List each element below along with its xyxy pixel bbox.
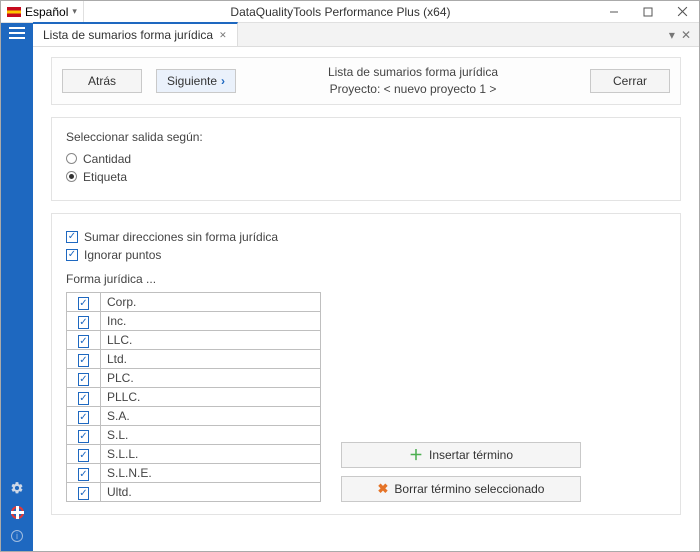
language-selector[interactable]: Español ▾ (1, 1, 84, 22)
menu-button[interactable] (9, 27, 25, 39)
output-label: Seleccionar salida según: (66, 130, 666, 144)
page-title: Lista de sumarios forma jurídica (250, 64, 576, 81)
row-value: S.L. (101, 425, 321, 444)
table-row[interactable]: S.A. (67, 406, 321, 425)
delete-term-button[interactable]: ✖Borrar término seleccionado (341, 476, 581, 502)
table-row[interactable]: Inc. (67, 311, 321, 330)
legal-form-group: Sumar direcciones sin forma jurídica Ign… (51, 213, 681, 515)
row-checkbox[interactable] (78, 373, 88, 386)
radio-label[interactable]: Etiqueta (66, 170, 666, 184)
minimize-button[interactable] (597, 1, 631, 23)
chevron-down-icon: ▾ (72, 6, 77, 17)
table-row[interactable]: S.L. (67, 425, 321, 444)
row-checkbox[interactable] (78, 449, 88, 462)
tab-bar: Lista de sumarios forma jurídica ✕ ▾ ✕ (33, 23, 699, 47)
row-value: Ultd. (101, 482, 321, 501)
tab-label: Lista de sumarios forma jurídica (43, 28, 213, 42)
row-value: S.L.N.E. (101, 463, 321, 482)
row-value: Ltd. (101, 349, 321, 368)
row-checkbox[interactable] (78, 297, 88, 310)
sidebar: i (1, 23, 33, 551)
delete-icon: ✖ (378, 481, 389, 497)
row-checkbox[interactable] (78, 468, 88, 481)
maximize-button[interactable] (631, 1, 665, 23)
plus-icon: ＋ (409, 445, 423, 465)
table-row[interactable]: PLC. (67, 368, 321, 387)
back-button[interactable]: Atrás (62, 69, 142, 93)
next-button[interactable]: Siguiente› (156, 69, 236, 93)
flag-icon (7, 7, 21, 17)
tab-close-icon[interactable]: ✕ (219, 30, 227, 41)
row-checkbox[interactable] (78, 430, 88, 443)
title-bar: Español ▾ DataQualityTools Performance P… (1, 1, 699, 23)
row-value: S.L.L. (101, 444, 321, 463)
project-label: Proyecto: < nuevo proyecto 1 > (250, 81, 576, 98)
checkbox-sum-addresses[interactable]: Sumar direcciones sin forma jurídica (66, 230, 666, 244)
insert-term-button[interactable]: ＋Insertar término (341, 442, 581, 468)
table-row[interactable]: S.L.N.E. (67, 463, 321, 482)
row-checkbox[interactable] (78, 316, 88, 329)
header-bar: Atrás Siguiente› Lista de sumarios forma… (51, 57, 681, 105)
close-window-button[interactable] (665, 1, 699, 23)
chevron-right-icon: › (221, 74, 225, 88)
table-row[interactable]: Ltd. (67, 349, 321, 368)
table-row[interactable]: LLC. (67, 330, 321, 349)
row-value: PLC. (101, 368, 321, 387)
table-row[interactable]: PLLC. (67, 387, 321, 406)
row-checkbox[interactable] (78, 392, 88, 405)
table-row[interactable]: S.L.L. (67, 444, 321, 463)
row-checkbox[interactable] (78, 354, 88, 367)
radio-quantity[interactable]: Cantidad (66, 152, 666, 166)
row-value: LLC. (101, 330, 321, 349)
app-title: DataQualityTools Performance Plus (x64) (84, 5, 597, 19)
row-value: S.A. (101, 406, 321, 425)
output-group: Seleccionar salida según: Cantidad Etiqu… (51, 117, 681, 201)
table-label: Forma jurídica ... (66, 272, 666, 286)
language-label: Español (25, 5, 68, 19)
row-value: Inc. (101, 311, 321, 330)
close-button[interactable]: Cerrar (590, 69, 670, 93)
tab-close-all-icon[interactable]: ✕ (681, 28, 691, 42)
tab-menu-icon[interactable]: ▾ (669, 28, 675, 42)
row-value: Corp. (101, 292, 321, 311)
info-icon[interactable]: i (10, 529, 24, 543)
row-checkbox[interactable] (78, 411, 88, 424)
row-checkbox[interactable] (78, 487, 88, 500)
checkbox-ignore-dots[interactable]: Ignorar puntos (66, 248, 666, 262)
table-row[interactable]: Ultd. (67, 482, 321, 501)
row-value: PLLC. (101, 387, 321, 406)
row-checkbox[interactable] (78, 335, 88, 348)
legal-form-table[interactable]: Corp.Inc.LLC.Ltd.PLC.PLLC.S.A.S.L.S.L.L.… (66, 292, 321, 502)
table-row[interactable]: Corp. (67, 292, 321, 311)
gear-icon[interactable] (10, 481, 24, 495)
help-icon[interactable] (10, 505, 24, 519)
tab-active[interactable]: Lista de sumarios forma jurídica ✕ (33, 22, 238, 46)
